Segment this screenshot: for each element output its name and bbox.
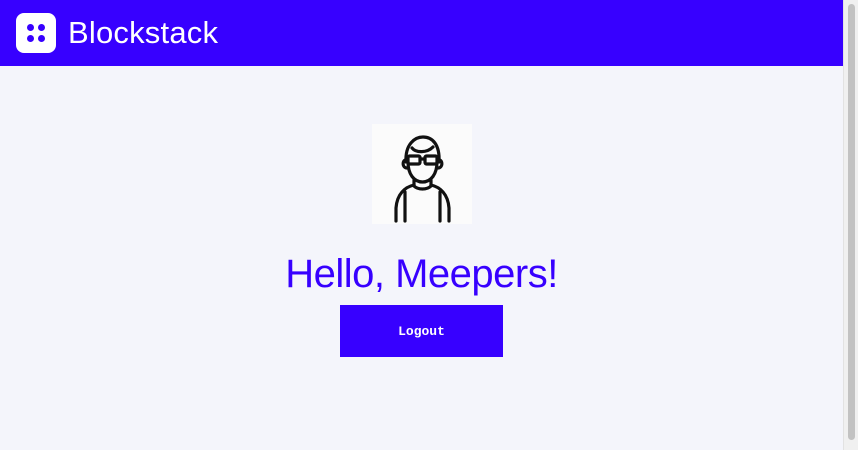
- main-content: Hello, Meepers! Logout: [0, 66, 843, 450]
- logout-button[interactable]: Logout: [340, 305, 503, 357]
- blockstack-logo-icon[interactable]: [16, 13, 56, 53]
- app-window: Blockstack Hello, Meepers! Logout: [0, 0, 858, 450]
- logo-dot: [27, 35, 34, 42]
- logo-dot: [27, 24, 34, 31]
- top-bar: Blockstack: [0, 0, 843, 66]
- vertical-scrollbar[interactable]: [843, 0, 858, 450]
- greeting-heading: Hello, Meepers!: [285, 252, 558, 296]
- scrollbar-thumb[interactable]: [848, 4, 855, 440]
- user-avatar-icon: [372, 124, 472, 224]
- logo-dot: [38, 24, 45, 31]
- brand-name[interactable]: Blockstack: [68, 14, 218, 52]
- logo-dot: [38, 35, 45, 42]
